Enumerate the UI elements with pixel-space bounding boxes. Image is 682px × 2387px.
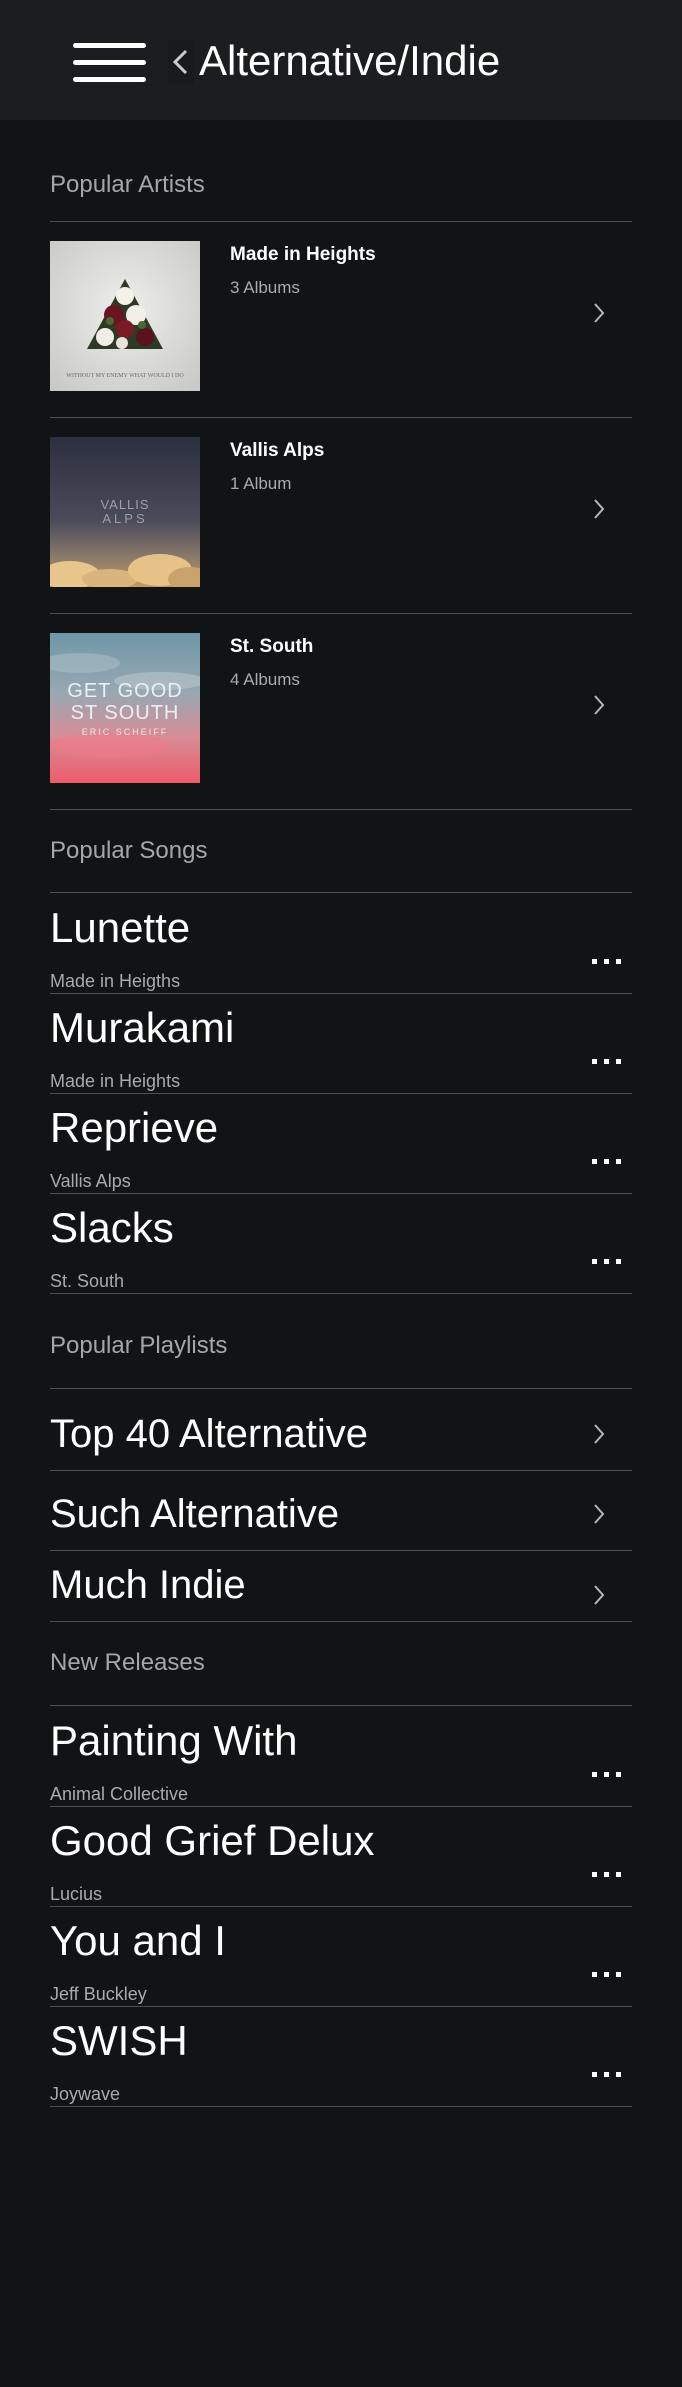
artist-row-vallis-alps[interactable]: VALLIS ALPS Vallis Alps 1 Album: [50, 437, 632, 632]
divider: [50, 892, 632, 893]
release-row-swish[interactable]: SWISH Joywave: [50, 2016, 632, 2106]
chevron-right-icon: [594, 499, 605, 519]
release-title: You and I: [50, 1917, 226, 1964]
divider: [50, 809, 632, 810]
album-art-st-south: GET GOOD ST SOUTH ERIC SCHEIFF: [50, 633, 200, 783]
song-row-slacks[interactable]: Slacks St. South: [50, 1203, 632, 1293]
new-releases-heading: New Releases: [50, 1649, 205, 1676]
more-horizontal-icon[interactable]: [590, 1055, 624, 1069]
divider: [50, 1705, 632, 1706]
popular-songs-heading: Popular Songs: [50, 837, 208, 864]
release-artist: Lucius: [50, 1884, 103, 1904]
hamburger-menu-icon[interactable]: [73, 43, 146, 83]
svg-text:VALLIS: VALLIS: [100, 497, 149, 512]
divider: [50, 1193, 632, 1194]
song-artist: Vallis Alps: [50, 1171, 131, 1191]
more-horizontal-icon[interactable]: [590, 1968, 624, 1982]
svg-text:WITHOUT MY ENEMY WHAT WOULD I: WITHOUT MY ENEMY WHAT WOULD I DO: [66, 373, 184, 379]
chevron-right-icon: [594, 1504, 605, 1524]
playlist-title: Top 40 Alternative: [50, 1412, 368, 1456]
song-title: Murakami: [50, 1004, 235, 1051]
playlist-title: Much Indie: [50, 1563, 246, 1607]
song-artist: St. South: [50, 1271, 125, 1291]
release-row-good-grief-delux[interactable]: Good Grief Delux Lucius: [50, 1816, 632, 1906]
popular-artists-heading: Popular Artists: [50, 171, 205, 198]
release-artist: Animal Collective: [50, 1784, 189, 1804]
divider: [50, 993, 632, 994]
song-title: Slacks: [50, 1204, 174, 1251]
album-art-made-in-heights: WITHOUT MY ENEMY WHAT WOULD I DO: [50, 241, 200, 391]
artist-row-made-in-heights[interactable]: WITHOUT MY ENEMY WHAT WOULD I DO Made in…: [50, 241, 632, 436]
chevron-right-icon: [594, 1585, 605, 1605]
playlist-row-top-40-alternative[interactable]: Top 40 Alternative: [50, 1409, 632, 1469]
divider: [50, 1470, 632, 1471]
song-row-murakami[interactable]: Murakami Made in Heights: [50, 1003, 632, 1093]
artist-row-st-south[interactable]: GET GOOD ST SOUTH ERIC SCHEIFF St. South…: [50, 633, 632, 828]
release-title: Painting With: [50, 1717, 298, 1764]
divider: [50, 613, 632, 614]
song-artist: Made in Heights: [50, 1071, 181, 1091]
divider: [50, 1550, 632, 1551]
playlist-row-much-indie[interactable]: Much Indie: [50, 1560, 632, 1620]
artist-name: Made in Heights: [230, 244, 376, 265]
more-horizontal-icon[interactable]: [590, 1868, 624, 1882]
song-title: Reprieve: [50, 1104, 219, 1151]
divider: [50, 1388, 632, 1389]
chevron-left-icon: [172, 49, 188, 75]
release-title: Good Grief Delux: [50, 1817, 375, 1864]
playlist-row-such-alternative[interactable]: Such Alternative: [50, 1489, 632, 1549]
divider: [50, 417, 632, 418]
album-art-vallis-alps: VALLIS ALPS: [50, 437, 200, 587]
more-horizontal-icon[interactable]: [590, 2068, 624, 2082]
playlist-title: Such Alternative: [50, 1492, 340, 1536]
artist-name: Vallis Alps: [230, 440, 325, 461]
song-title: Lunette: [50, 904, 191, 951]
release-row-you-and-i[interactable]: You and I Jeff Buckley: [50, 1916, 632, 2006]
song-artist: Made in Heigths: [50, 971, 181, 991]
release-artist: Joywave: [50, 2084, 121, 2104]
svg-text:ERIC SCHEIFF: ERIC SCHEIFF: [82, 727, 169, 737]
chevron-right-icon: [594, 1424, 605, 1444]
divider: [50, 2006, 632, 2007]
more-horizontal-icon[interactable]: [590, 1255, 624, 1269]
divider: [50, 1293, 632, 1294]
svg-text:ST SOUTH: ST SOUTH: [71, 702, 180, 724]
top-bar: Alternative/Indie: [0, 0, 682, 120]
divider: [50, 1621, 632, 1622]
album-count: 4 Albums: [230, 670, 300, 689]
popular-playlists-heading: Popular Playlists: [50, 1332, 228, 1359]
divider: [50, 1093, 632, 1094]
page-title: Alternative/Indie: [199, 37, 501, 84]
more-horizontal-icon[interactable]: [590, 955, 624, 969]
divider: [50, 221, 632, 222]
release-title: SWISH: [50, 2017, 188, 2064]
chevron-right-icon: [594, 695, 605, 715]
divider: [50, 2106, 632, 2107]
artist-name: St. South: [230, 636, 314, 657]
album-count: 1 Album: [230, 474, 292, 493]
release-row-painting-with[interactable]: Painting With Animal Collective: [50, 1716, 632, 1806]
song-row-lunette[interactable]: Lunette Made in Heigths: [50, 903, 632, 993]
more-horizontal-icon[interactable]: [590, 1768, 624, 1782]
svg-text:ALPS: ALPS: [102, 511, 147, 526]
divider: [50, 1906, 632, 1907]
divider: [50, 1806, 632, 1807]
album-count: 3 Albums: [230, 278, 300, 297]
release-artist: Jeff Buckley: [50, 1984, 147, 2004]
back-button[interactable]: [168, 40, 194, 84]
chevron-right-icon: [594, 303, 605, 323]
song-row-reprieve[interactable]: Reprieve Vallis Alps: [50, 1103, 632, 1193]
svg-text:GET GOOD: GET GOOD: [67, 680, 182, 702]
more-horizontal-icon[interactable]: [590, 1155, 624, 1169]
